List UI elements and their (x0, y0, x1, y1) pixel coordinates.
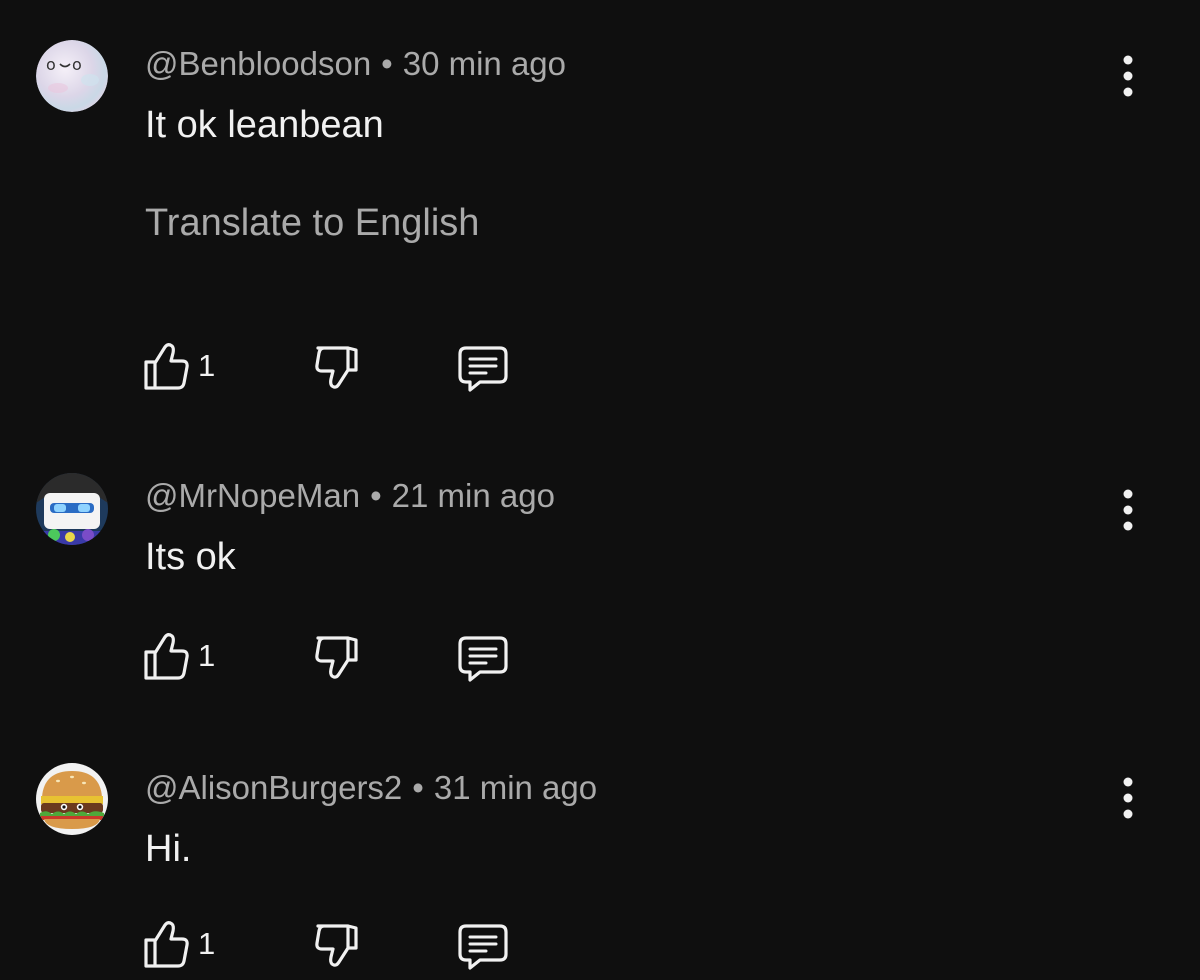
comment-text: Its ok (145, 536, 236, 578)
comment-time: 21 min ago (391, 477, 555, 514)
thumbs-up-icon (144, 921, 189, 968)
reply-comment-icon (458, 636, 508, 682)
comment-meta: @Benbloodson • 30 min ago (145, 44, 566, 84)
meta-separator: • (412, 769, 424, 806)
meta-separator: • (381, 45, 393, 82)
like-button[interactable]: 1 (140, 916, 215, 972)
reply-comment-icon (458, 924, 508, 970)
comment-time: 31 min ago (433, 769, 598, 806)
comment-text: It ok leanbean (145, 104, 384, 146)
reply-button[interactable] (454, 920, 512, 979)
more-vert-icon (1123, 489, 1133, 531)
reply-button[interactable] (454, 632, 512, 691)
more-options-button[interactable] (1108, 768, 1148, 828)
like-button[interactable]: 1 (140, 338, 215, 394)
dislike-button[interactable] (308, 918, 364, 977)
thumbs-down-icon (315, 924, 358, 967)
comment-meta: @MrNopeMan • 21 min ago (145, 476, 555, 516)
blue-white-character-avatar-icon (36, 473, 108, 545)
reply-comment-icon (458, 346, 508, 392)
comment-text: Hi. (145, 828, 192, 870)
dislike-button[interactable] (308, 630, 364, 689)
comment-actions: 1 (140, 628, 540, 684)
like-count: 1 (198, 926, 216, 961)
like-count: 1 (198, 638, 216, 673)
more-vert-icon (1123, 777, 1133, 819)
more-options-button[interactable] (1108, 46, 1148, 106)
comment-author[interactable]: @AlisonBurgers2 (145, 769, 402, 806)
thumbs-up-icon (144, 633, 189, 680)
svg-text:o: o (46, 55, 56, 74)
like-count: 1 (198, 348, 216, 383)
comment-author[interactable]: @Benbloodson (145, 45, 371, 82)
thumbs-up-icon (144, 343, 189, 390)
comment-author[interactable]: @MrNopeMan (145, 477, 360, 514)
reply-button[interactable] (454, 342, 512, 401)
comment-meta: @AlisonBurgers2 • 31 min ago (145, 768, 597, 808)
avatar[interactable] (36, 763, 108, 835)
meta-separator: • (370, 477, 382, 514)
svg-text:o: o (72, 55, 82, 74)
burger-character-avatar-icon (36, 763, 108, 835)
more-options-button[interactable] (1108, 480, 1148, 540)
comment-time: 30 min ago (402, 45, 567, 82)
thumbs-down-icon (315, 636, 358, 679)
dislike-button[interactable] (308, 340, 364, 399)
avatar[interactable]: o o (36, 40, 108, 112)
comments-list: o o @Benbloodson • 30 min ago It ok leanbe… (0, 0, 1200, 980)
pale-bubble-face-avatar-icon: o o (36, 40, 108, 112)
more-vert-icon (1123, 55, 1133, 97)
like-button[interactable]: 1 (140, 628, 215, 684)
avatar[interactable] (36, 473, 108, 545)
comment-actions: 1 (140, 916, 540, 972)
comment-actions: 1 (140, 338, 540, 394)
translate-link[interactable]: Translate to English (145, 200, 479, 246)
thumbs-down-icon (315, 346, 358, 389)
